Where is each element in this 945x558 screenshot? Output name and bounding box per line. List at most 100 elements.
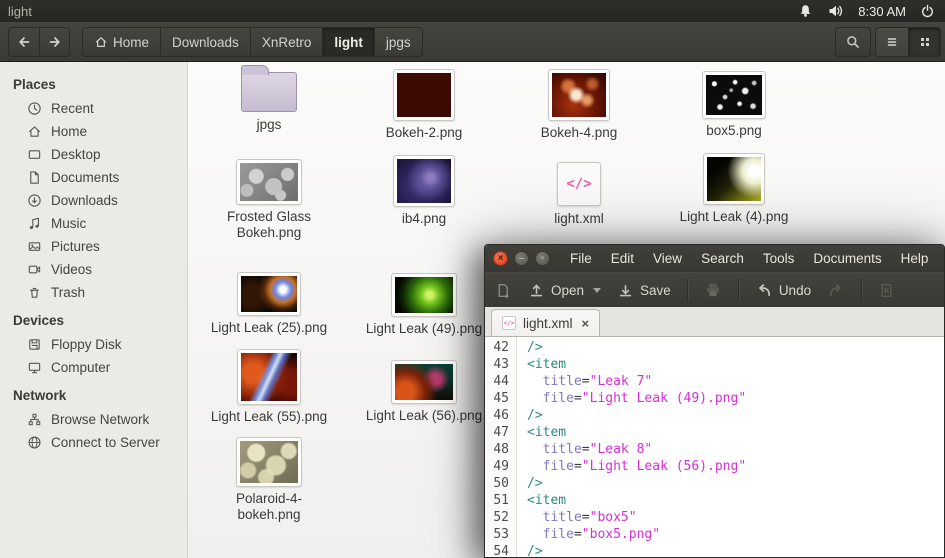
music-note-icon <box>27 216 42 231</box>
undo-button[interactable]: Undo <box>751 281 815 299</box>
file-light-leak-56[interactable]: Light Leak (56).png <box>347 361 501 424</box>
undo-icon <box>755 281 773 299</box>
file-ib4[interactable]: ib4.png <box>347 156 501 227</box>
image-thumbnail <box>392 361 456 403</box>
menu-edit[interactable]: Edit <box>611 251 634 266</box>
sidebar-item-computer[interactable]: Computer <box>0 356 187 379</box>
file-light-leak-55[interactable]: Light Leak (55).png <box>192 350 346 425</box>
volume-icon[interactable] <box>827 3 844 19</box>
breadcrumb-home[interactable]: Home <box>83 28 160 56</box>
open-icon <box>528 282 545 299</box>
new-document-button[interactable] <box>491 282 516 299</box>
sidebar-item-connect-to-server[interactable]: Connect to Server <box>0 431 187 454</box>
menu-bar: File Edit View Search Tools Documents He… <box>570 251 928 266</box>
redo-button[interactable] <box>823 281 849 299</box>
document-icon <box>27 170 42 185</box>
close-button[interactable]: × <box>493 251 508 266</box>
forward-button[interactable] <box>39 28 69 56</box>
gedit-window: × – ▫ File Edit View Search Tools Docume… <box>484 244 945 558</box>
menu-help[interactable]: Help <box>901 251 929 266</box>
save-button[interactable]: Save <box>613 282 675 299</box>
file-light-xml[interactable]: </> light.xml <box>502 162 656 227</box>
clock-icon <box>27 101 42 116</box>
file-light-leak-4[interactable]: Light Leak (4).png <box>657 154 811 225</box>
notifications-bell-icon[interactable] <box>798 3 813 19</box>
menu-view[interactable]: View <box>653 251 682 266</box>
sidebar-section-places: Places <box>0 68 187 97</box>
search-button[interactable] <box>835 27 871 57</box>
sidebar-section-network: Network <box>0 379 187 408</box>
cut-button[interactable] <box>874 282 899 299</box>
sidebar-item-videos[interactable]: Videos <box>0 258 187 281</box>
open-button[interactable]: Open <box>524 282 605 299</box>
search-icon <box>845 34 861 50</box>
file-polaroid-4-bokeh[interactable]: Polaroid-4-bokeh.png <box>192 438 346 523</box>
file-bokeh-2[interactable]: Bokeh-2.png <box>347 70 501 141</box>
breadcrumb-downloads[interactable]: Downloads <box>160 28 250 56</box>
sidebar-item-downloads[interactable]: Downloads <box>0 189 187 212</box>
desktop-icon <box>27 147 42 162</box>
file-frosted-glass-bokeh[interactable]: Frosted Glass Bokeh.png <box>192 160 346 241</box>
sidebar-item-desktop[interactable]: Desktop <box>0 143 187 166</box>
power-icon[interactable] <box>920 4 935 19</box>
tab-bar: </> light.xml × <box>485 307 944 337</box>
sidebar-item-floppy-disk[interactable]: Floppy Disk <box>0 333 187 356</box>
xml-file-icon: </> <box>557 162 601 206</box>
image-thumbnail <box>238 273 300 315</box>
menu-tools[interactable]: Tools <box>763 251 795 266</box>
breadcrumb: Home Downloads XnRetro light jpgs <box>82 27 423 57</box>
sidebar-item-browse-network[interactable]: Browse Network <box>0 408 187 431</box>
file-box5[interactable]: box5.png <box>657 72 811 139</box>
gedit-titlebar[interactable]: × – ▫ File Edit View Search Tools Docume… <box>485 245 944 272</box>
file-bokeh-4[interactable]: Bokeh-4.png <box>502 70 656 141</box>
breadcrumb-jpgs[interactable]: jpgs <box>374 28 422 56</box>
image-thumbnail <box>238 350 300 404</box>
cut-icon <box>878 282 895 299</box>
print-button[interactable] <box>700 281 726 299</box>
network-icon <box>27 412 42 427</box>
menu-file[interactable]: File <box>570 251 592 266</box>
sidebar-item-home[interactable]: Home <box>0 120 187 143</box>
trash-icon <box>27 285 42 300</box>
globe-icon <box>27 435 42 450</box>
menu-search[interactable]: Search <box>701 251 744 266</box>
file-light-leak-49[interactable]: Light Leak (49).png <box>347 274 501 337</box>
redo-icon <box>827 281 845 299</box>
file-jpgs-folder[interactable]: jpgs <box>192 64 346 133</box>
app-title: light <box>8 4 32 19</box>
image-thumbnail <box>237 438 301 486</box>
new-document-icon <box>495 282 512 299</box>
sidebar-item-recent[interactable]: Recent <box>0 97 187 120</box>
gedit-toolbar: Open Save Undo <box>485 272 944 307</box>
grid-view-button[interactable] <box>908 28 940 56</box>
sidebar-item-documents[interactable]: Documents <box>0 166 187 189</box>
image-thumbnail <box>394 70 454 120</box>
computer-icon <box>27 360 42 375</box>
maximize-button[interactable]: ▫ <box>535 251 550 266</box>
tab-light-xml[interactable]: </> light.xml × <box>491 309 600 336</box>
back-button[interactable] <box>9 28 39 56</box>
list-view-button[interactable] <box>876 28 908 56</box>
sidebar-item-trash[interactable]: Trash <box>0 281 187 304</box>
minimize-button[interactable]: – <box>514 251 529 266</box>
clock[interactable]: 8:30 AM <box>858 4 906 19</box>
top-panel: light 8:30 AM <box>0 0 945 22</box>
code-lines[interactable]: /><item title="Leak 7" file="Light Leak … <box>517 337 746 558</box>
video-camera-icon <box>27 262 42 277</box>
menu-documents[interactable]: Documents <box>813 251 881 266</box>
sidebar: Places Recent Home Desktop Documents Dow… <box>0 62 188 558</box>
tab-close-icon[interactable]: × <box>582 316 590 331</box>
floppy-icon <box>27 337 42 352</box>
breadcrumb-xnretro[interactable]: XnRetro <box>250 28 323 56</box>
text-editor[interactable]: 42434445464748495051525354 /><item title… <box>485 337 944 558</box>
open-dropdown-caret[interactable] <box>593 288 601 293</box>
image-thumbnail <box>237 160 301 204</box>
sidebar-item-pictures[interactable]: Pictures <box>0 235 187 258</box>
sidebar-section-devices: Devices <box>0 304 187 333</box>
image-thumbnail <box>704 154 764 204</box>
picture-icon <box>27 239 42 254</box>
breadcrumb-light-current[interactable]: light <box>322 28 374 56</box>
file-light-leak-25[interactable]: Light Leak (25).png <box>192 273 346 336</box>
sidebar-item-music[interactable]: Music <box>0 212 187 235</box>
image-thumbnail <box>703 72 765 118</box>
